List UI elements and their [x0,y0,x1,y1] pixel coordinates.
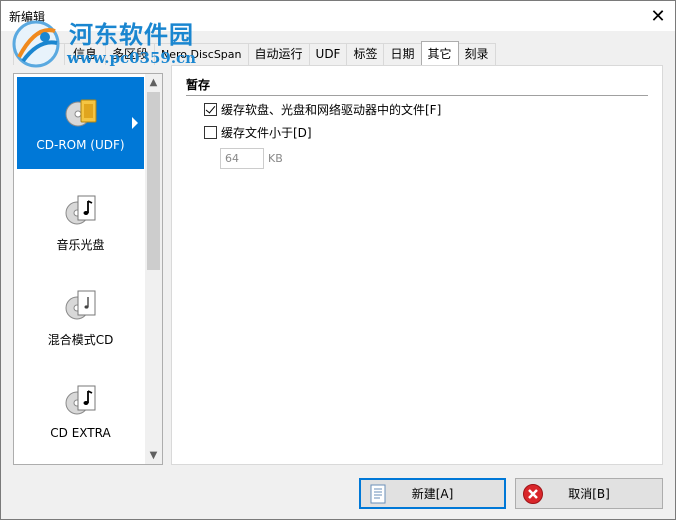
scroll-up-arrow-icon[interactable]: ▲ [145,74,162,91]
size-unit: KB [268,152,283,165]
list-item-label: 音乐光盘 [56,238,105,252]
tab-udf[interactable]: UDF [308,43,348,65]
cancel-button-label: 取消[B] [568,487,610,501]
compilation-type-list: CD-ROM (UDF) 音乐光盘 混合模式CD CD EXTRA ▲ ▼ [13,73,163,465]
cancel-button[interactable]: 取消[B] [515,478,663,509]
checkbox-label: 缓存文件小于[D] [221,125,312,140]
selected-arrow-icon [132,117,138,129]
new-compilation-dialog: 新编辑 ✕ CD 信息 多区段 Nero DiscSpan 自动运行 UDF 标… [0,0,676,520]
close-button[interactable]: ✕ [647,5,669,27]
cd-rom-folder-icon [65,99,97,127]
cache-network-files-option[interactable]: 缓存软盘、光盘和网络驱动器中的文件[F] [204,101,441,117]
scroll-thumb[interactable] [147,92,160,270]
cache-size-input[interactable]: 64 [220,148,264,169]
tab-misc[interactable]: 其它 [420,41,459,65]
list-item-label: 混合模式CD [47,333,114,347]
mixed-mode-cd-icon [65,290,96,320]
list-item-label: CD EXTRA [50,426,111,440]
new-button-label: 新建[A] [411,487,454,501]
cache-network-files-checkbox[interactable] [204,102,217,116]
cd-extra-icon [65,385,96,415]
list-item-cd-extra[interactable]: CD EXTRA [17,365,144,457]
music-cd-icon [65,195,96,225]
watermark-logo-icon [12,20,60,68]
cache-small-files-option[interactable]: 缓存文件小于[D] [204,124,312,140]
tab-burn[interactable]: 刻录 [457,43,496,65]
new-button[interactable]: 新建[A] [359,478,506,509]
list-item-mixed-mode-cd[interactable]: 混合模式CD [17,270,144,362]
tab-label[interactable]: 标签 [346,43,385,65]
list-scrollbar[interactable]: ▲ ▼ [145,74,162,464]
watermark: 河东软件园 www.pc0359.cn [3,11,213,69]
section-title: 暂存 [186,78,211,92]
list-item-cd-rom-udf[interactable]: CD-ROM (UDF) [17,77,144,169]
section-divider [186,95,648,96]
tab-content-misc: 暂存 缓存软盘、光盘和网络驱动器中的文件[F] 缓存文件小于[D] 64 KB [171,65,663,465]
scroll-down-arrow-icon[interactable]: ▼ [145,447,162,464]
checkbox-label: 缓存软盘、光盘和网络驱动器中的文件[F] [221,102,442,117]
tab-autorun[interactable]: 自动运行 [247,43,310,65]
tab-date[interactable]: 日期 [383,43,422,65]
list-item-label: CD-ROM (UDF) [36,138,125,152]
watermark-name: 河东软件园 [69,20,194,49]
cache-small-files-checkbox[interactable] [204,125,217,139]
list-item-music-cd[interactable]: 音乐光盘 [17,175,144,267]
